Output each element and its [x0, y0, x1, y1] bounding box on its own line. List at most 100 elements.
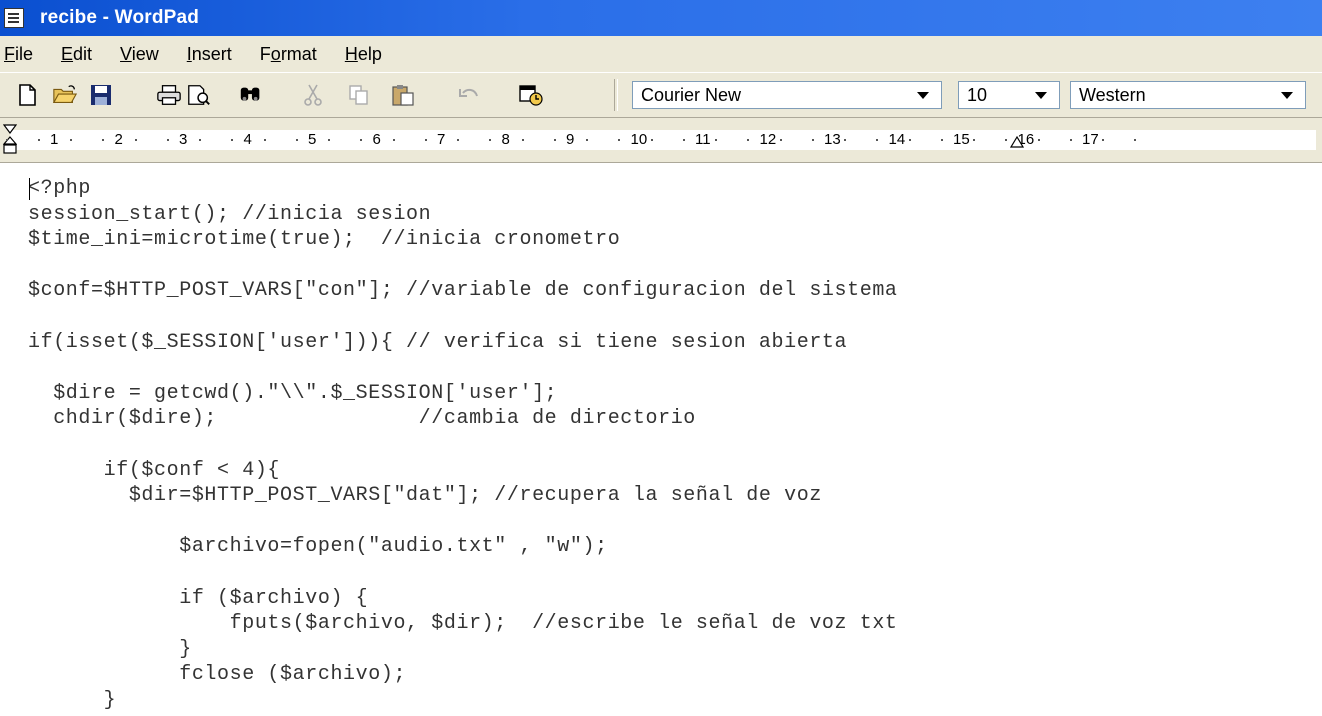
ruler-tick [811, 139, 814, 141]
new-icon[interactable] [14, 82, 40, 108]
ruler-number: 12 [759, 131, 777, 148]
ruler-number: 4 [243, 131, 252, 148]
menu-view[interactable]: View [120, 44, 159, 65]
ruler-tick [134, 139, 137, 141]
cut-icon[interactable] [300, 82, 326, 108]
document-line: if(isset($_SESSION['user'])){ // verific… [28, 330, 848, 354]
ruler-tick [1069, 139, 1072, 141]
ruler-tick [747, 139, 750, 141]
font-size-select[interactable]: 10 [958, 81, 1060, 109]
ruler-tick [940, 139, 943, 141]
ruler-tick [295, 139, 298, 141]
ruler-tick [779, 139, 782, 141]
script-select[interactable]: Western [1070, 81, 1306, 109]
undo-icon[interactable] [456, 82, 482, 108]
ruler-tick [553, 139, 556, 141]
ruler-tick [231, 139, 234, 141]
ruler-track [10, 130, 1316, 150]
ruler-tick [489, 139, 492, 141]
document-line: $conf=$HTTP_POST_VARS["con"]; //variable… [28, 279, 898, 303]
ruler-number: 11 [695, 131, 711, 148]
menu-bar: File Edit View Insert Format Help [0, 36, 1322, 73]
copy-icon[interactable] [346, 82, 372, 108]
ruler-tick [360, 139, 363, 141]
save-icon[interactable] [88, 82, 114, 108]
ruler-number: 5 [308, 131, 317, 148]
ruler-tick [166, 139, 169, 141]
ruler-tick [521, 139, 524, 141]
ruler-number: 2 [114, 131, 123, 148]
print-preview-icon[interactable] [186, 82, 212, 108]
toolbar-separator [614, 79, 618, 111]
ruler-tick [424, 139, 427, 141]
document-line: $dire = getcwd()."\\".$_SESSION['user']; [28, 381, 558, 405]
ruler-tick [973, 139, 976, 141]
title-bar: recibe - WordPad [0, 0, 1322, 36]
ruler-tick [37, 139, 40, 141]
document-line: if ($archivo) { [28, 586, 369, 610]
document-line: <?php [28, 177, 92, 200]
ruler-number: 3 [179, 131, 188, 148]
menu-edit[interactable]: Edit [61, 44, 92, 65]
ruler-number: 14 [888, 131, 906, 148]
ruler-tick [1005, 139, 1008, 141]
ruler-tick [70, 139, 73, 141]
ruler-tick [908, 139, 911, 141]
ruler-tick [102, 139, 105, 141]
script-value: Western [1079, 84, 1146, 105]
ruler-number: 13 [824, 131, 841, 148]
text-caret [29, 178, 30, 200]
ruler-tick [876, 139, 879, 141]
paste-icon[interactable] [390, 82, 416, 108]
ruler-tick [5, 139, 8, 141]
ruler-tick [586, 139, 589, 141]
document-line: } [28, 637, 192, 661]
document-line: $archivo=fopen("audio.txt" , "w"); [28, 535, 608, 559]
ruler-tick [618, 139, 621, 141]
wordpad-document-icon[interactable] [4, 8, 24, 28]
ruler-number: 1 [50, 131, 59, 148]
chevron-down-icon[interactable] [917, 91, 929, 99]
chevron-down-icon[interactable] [1281, 91, 1293, 99]
document-line: if($conf < 4){ [28, 458, 281, 482]
ruler-tick [199, 139, 202, 141]
ruler-tick [1134, 139, 1137, 141]
menu-format[interactable]: Format [260, 44, 317, 65]
ruler-tick [328, 139, 331, 141]
ruler-tick [1102, 139, 1105, 141]
ruler-number: 9 [566, 131, 575, 148]
document-editor[interactable]: <?php session_start(); //inicia sesion $ti… [0, 163, 1322, 716]
window-title: recibe - WordPad [40, 7, 200, 28]
ruler-number: 6 [372, 131, 381, 148]
ruler-tick [392, 139, 395, 141]
chevron-down-icon[interactable] [1035, 91, 1047, 99]
ruler-number: 15 [953, 131, 970, 148]
ruler[interactable]: 1 2 3 4 5 6 7 8 9 10 11 12 13 14 15 16 17 [0, 118, 1322, 163]
ruler-tick [682, 139, 685, 141]
document-line: fputs($archivo, $dir); //escribe le seña… [28, 612, 898, 636]
ruler-tick [844, 139, 847, 141]
ruler-tick [715, 139, 718, 141]
ruler-tick [263, 139, 266, 141]
document-line: chdir($dire); //cambia de directorio [28, 407, 696, 431]
document-line: $dir=$HTTP_POST_VARS["dat"]; //recupera … [28, 484, 822, 508]
ruler-number: 7 [437, 131, 446, 148]
print-icon[interactable] [156, 82, 182, 108]
document-line: session_start(); //inicia sesion [28, 202, 432, 226]
right-indent-marker-icon[interactable] [1010, 136, 1024, 148]
menu-file[interactable]: File [4, 44, 33, 65]
menu-help[interactable]: Help [345, 44, 382, 65]
date-time-icon[interactable] [518, 82, 544, 108]
menu-insert[interactable]: Insert [187, 44, 232, 65]
font-size-value: 10 [967, 84, 988, 105]
ruler-tick [1037, 139, 1040, 141]
ruler-number: 10 [630, 131, 648, 148]
find-icon[interactable] [238, 82, 264, 108]
ruler-tick [457, 139, 460, 141]
font-name-select[interactable]: Courier New [632, 81, 942, 109]
open-icon[interactable] [52, 82, 78, 108]
document-line: $time_ini=microtime(true); //inicia cron… [28, 228, 621, 252]
ruler-tick [650, 139, 653, 141]
ruler-number: 8 [501, 131, 510, 148]
toolbar: Courier New 10 Western [0, 73, 1322, 118]
